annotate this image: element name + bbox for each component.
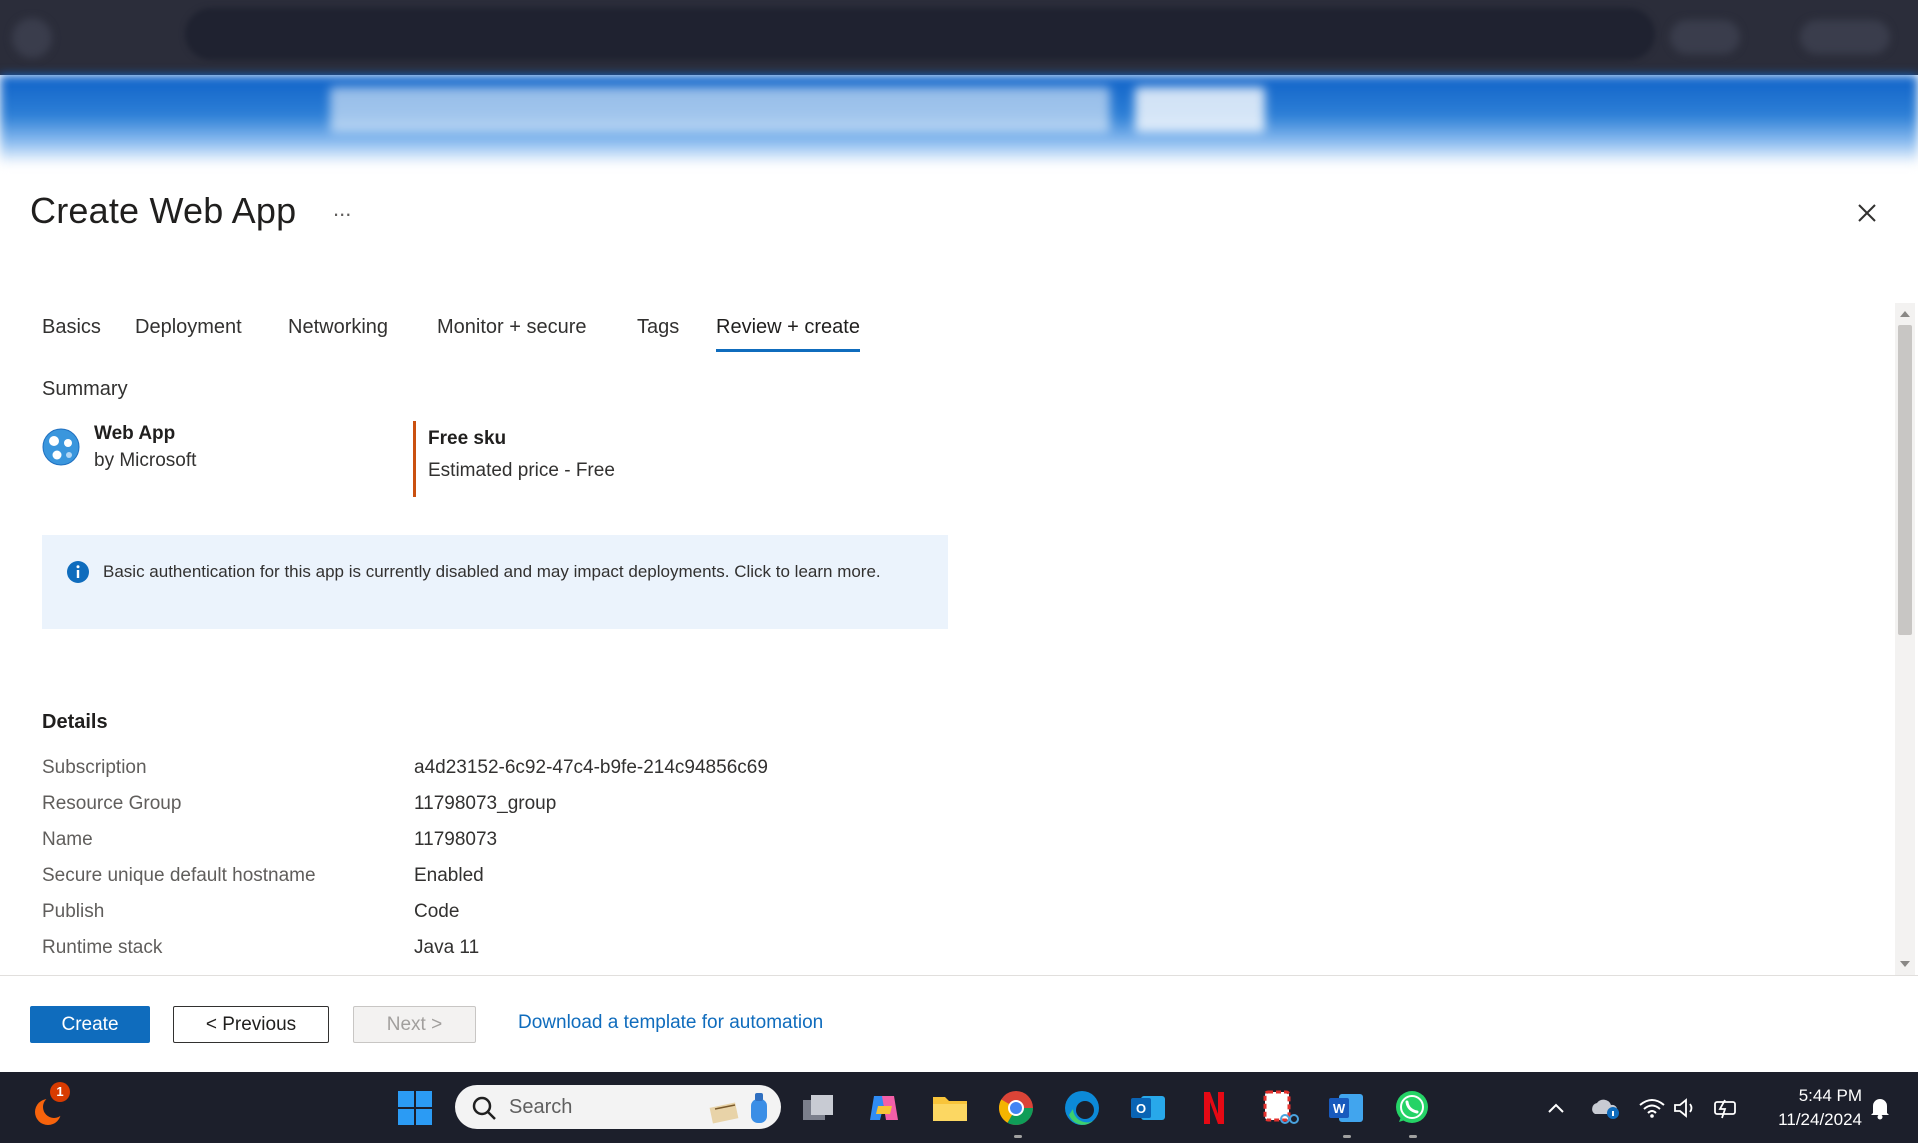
notification-count-badge: 1 [50, 1082, 70, 1102]
detail-label-resource-group: Resource Group [42, 793, 182, 814]
windows-start-icon[interactable] [393, 1086, 437, 1130]
basic-auth-info-banner[interactable]: Basic authentication for this app is cur… [42, 535, 948, 629]
onedrive-icon[interactable] [1583, 1086, 1627, 1130]
svg-text:O: O [1136, 1101, 1146, 1116]
windows-taskbar: 1 Search O W 5:44 PM 11/24/2024 [0, 1072, 1918, 1143]
address-bar-blurred [185, 8, 1655, 60]
more-options-button[interactable]: ... [333, 196, 351, 222]
svg-text:W: W [1333, 1101, 1346, 1116]
edge-icon[interactable] [1060, 1086, 1104, 1130]
page-title: Create Web App [30, 190, 297, 231]
detail-label-subscription: Subscription [42, 757, 147, 778]
detail-value-resource-group: 11798073_group [414, 793, 557, 814]
chrome-icon[interactable] [994, 1086, 1038, 1130]
tab-monitor-secure[interactable]: Monitor + secure [437, 316, 587, 349]
snipping-tool-icon[interactable] [1258, 1086, 1302, 1130]
tab-deployment[interactable]: Deployment [135, 316, 242, 349]
browser-chrome [0, 0, 1918, 75]
next-button[interactable]: Next > [353, 1006, 476, 1043]
previous-button[interactable]: < Previous [173, 1006, 329, 1043]
tab-tags[interactable]: Tags [637, 316, 679, 349]
tab-basics[interactable]: Basics [42, 316, 101, 349]
search-placeholder: Search [509, 1096, 573, 1118]
file-explorer-icon[interactable] [928, 1086, 972, 1130]
detail-label-name: Name [42, 829, 93, 850]
copilot-icon[interactable] [862, 1086, 906, 1130]
search-icon [471, 1095, 497, 1121]
clock-date: 11/24/2024 [1778, 1110, 1862, 1129]
product-name: Web App [94, 423, 176, 444]
azure-portal-header-blurred [0, 75, 1918, 165]
sku-price: Estimated price - Free [428, 460, 615, 481]
tab-networking[interactable]: Networking [288, 316, 388, 349]
system-clock[interactable]: 5:44 PM 11/24/2024 [1752, 1084, 1862, 1132]
scroll-down-arrow-icon[interactable] [1900, 961, 1910, 967]
details-heading: Details [42, 711, 108, 733]
detail-value-name: 11798073 [414, 829, 498, 850]
info-banner-text: Basic authentication for this app is cur… [103, 562, 881, 581]
product-publisher: by Microsoft [94, 450, 197, 471]
task-view-icon[interactable] [797, 1086, 841, 1130]
info-icon [66, 560, 90, 584]
word-running-indicator [1343, 1135, 1351, 1138]
whatsapp-running-indicator [1409, 1135, 1417, 1138]
volume-icon[interactable] [1663, 1086, 1707, 1130]
detail-value-publish: Code [414, 901, 460, 922]
scroll-up-arrow-icon[interactable] [1900, 311, 1910, 317]
detail-label-publish: Publish [42, 901, 105, 922]
chrome-running-indicator [1014, 1135, 1022, 1138]
browser-profile-blurred [12, 18, 52, 58]
word-icon[interactable]: W [1324, 1086, 1368, 1130]
sku-accent-bar [413, 421, 416, 497]
content-scrollbar[interactable] [1895, 303, 1915, 975]
whatsapp-icon[interactable] [1390, 1086, 1434, 1130]
detail-value-hostname: Enabled [414, 865, 484, 886]
detail-label-runtime-stack: Runtime stack [42, 937, 163, 958]
taskbar-search-input[interactable]: Search [455, 1085, 781, 1129]
tab-review-create[interactable]: Review + create [716, 316, 860, 352]
detail-label-hostname: Secure unique default hostname [42, 865, 316, 886]
web-app-icon [42, 428, 80, 466]
portal-search-blurred [330, 87, 1110, 132]
sku-name: Free sku [428, 428, 507, 449]
footer-divider [0, 975, 1918, 976]
scroll-thumb[interactable] [1898, 325, 1912, 635]
browser-controls-blurred [1800, 20, 1890, 54]
create-button[interactable]: Create [30, 1006, 150, 1043]
bell-icon[interactable] [1858, 1086, 1902, 1130]
detail-value-runtime-stack: Java 11 [414, 937, 480, 958]
close-icon[interactable] [1852, 198, 1882, 228]
battery-charging-icon[interactable] [1702, 1086, 1746, 1130]
portal-copilot-blurred [1135, 87, 1265, 132]
browser-extensions-blurred [1670, 20, 1740, 54]
search-highlight-art-icon [705, 1091, 775, 1125]
clock-time: 5:44 PM [1798, 1086, 1862, 1105]
detail-value-subscription: a4d23152-6c92-47c4-b9fe-214c94856c69 [414, 757, 768, 778]
outlook-icon[interactable]: O [1126, 1086, 1170, 1130]
netflix-icon[interactable] [1192, 1086, 1236, 1130]
summary-heading: Summary [42, 378, 128, 400]
chevron-up-icon[interactable] [1534, 1086, 1578, 1130]
download-template-link[interactable]: Download a template for automation [518, 1012, 823, 1034]
